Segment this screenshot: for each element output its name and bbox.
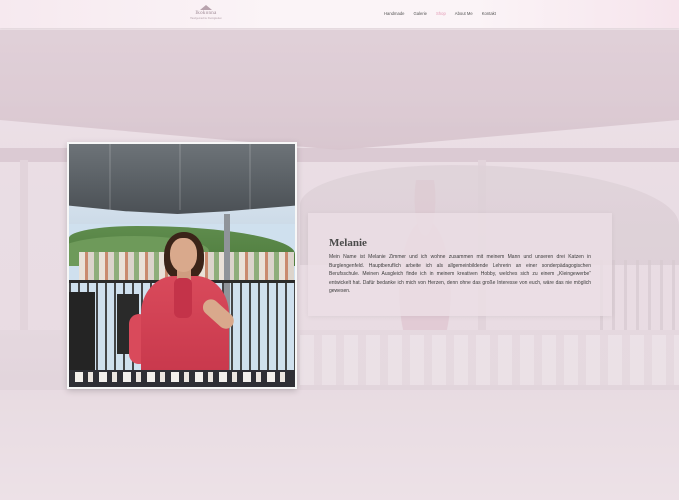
nav-item-about-me[interactable]: About Me xyxy=(455,11,473,16)
photo-table-items xyxy=(75,372,285,382)
site-header: Ikokonna Handgemachte Kleinigkeiten Hand… xyxy=(0,0,679,28)
main-nav: Handmade Galerie Shop About Me Kontakt xyxy=(384,11,505,16)
photo-person-scarf xyxy=(174,278,192,318)
photo-display-board xyxy=(69,292,95,377)
nav-item-kontakt[interactable]: Kontakt xyxy=(482,11,496,16)
photo-tent-rib xyxy=(109,144,111,210)
about-card: Melanie Mein Name ist Melanie Zimmer und… xyxy=(308,213,612,316)
portrait-photo xyxy=(69,144,295,387)
photo-tent-rib xyxy=(249,144,251,210)
site-logo[interactable]: Ikokonna Handgemachte Kleinigkeiten xyxy=(186,5,226,23)
about-text: Mein Name ist Melanie Zimmer und ich woh… xyxy=(329,254,591,294)
photo-tent-rib xyxy=(179,144,181,210)
photo-person-face xyxy=(170,238,197,272)
nav-item-shop[interactable]: Shop xyxy=(436,11,446,16)
logo-tagline: Handgemachte Kleinigkeiten xyxy=(190,17,222,20)
nav-item-handmade[interactable]: Handmade xyxy=(384,11,405,16)
logo-name: Ikokonna xyxy=(195,11,217,16)
photo-tent-canopy xyxy=(69,144,295,214)
about-title: Melanie xyxy=(329,237,367,249)
nav-item-galerie[interactable]: Galerie xyxy=(414,11,428,16)
portrait-photo-frame xyxy=(67,142,297,389)
